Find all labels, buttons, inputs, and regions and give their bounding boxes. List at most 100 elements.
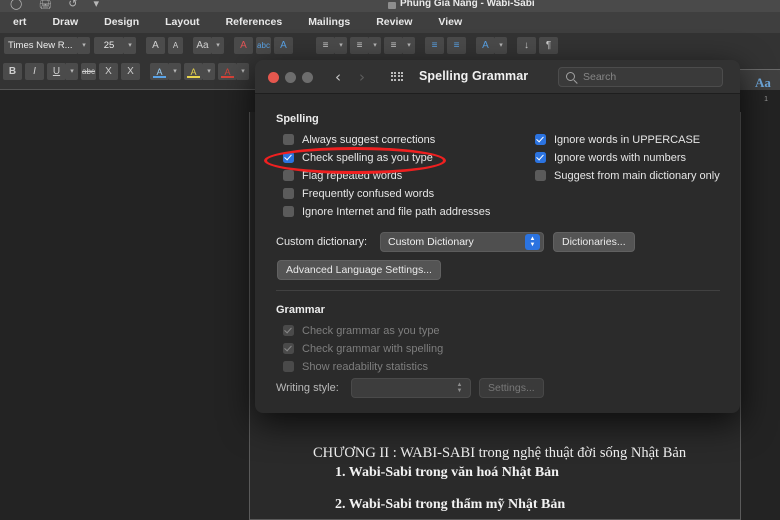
ribbon-tab-layout[interactable]: Layout: [152, 12, 212, 33]
checkbox-label: Check spelling as you type: [302, 151, 433, 164]
decrease-indent-icon[interactable]: ≡: [425, 37, 444, 54]
document-icon: [388, 2, 396, 9]
screen: ◯ 🖨 ↺ ▾ Phùng Gia Nẵng - Wabi-Sabi ert D…: [0, 0, 780, 520]
sort-chevron-down-icon[interactable]: ▾: [495, 37, 507, 54]
quick-access-toolbar[interactable]: ◯ 🖨 ↺ ▾: [10, 0, 99, 10]
custom-dictionary-select[interactable]: Custom Dictionary ▲ ▼: [380, 232, 544, 252]
forward-chevron-icon[interactable]: ›: [359, 69, 365, 85]
close-window-button[interactable]: [268, 72, 279, 83]
underline-chevron-down-icon[interactable]: ▾: [66, 63, 78, 80]
document-title: Phùng Gia Nẵng - Wabi-Sabi: [400, 0, 535, 9]
checkbox-label: Flag repeated words: [302, 169, 403, 182]
increase-indent-icon[interactable]: ≡: [447, 37, 466, 54]
dialog-toolbar: ‹ › Spelling Grammar Search: [255, 60, 740, 94]
ribbon-tab-review[interactable]: Review: [363, 12, 425, 33]
numbering-chevron-down-icon[interactable]: ▾: [369, 37, 381, 54]
checkbox-check-spelling-as-you-type[interactable]: Check spelling as you type: [283, 149, 433, 166]
font-size-input[interactable]: 25: [94, 37, 124, 54]
search-placeholder: Search: [583, 71, 617, 83]
search-input[interactable]: Search: [558, 67, 723, 87]
superscript-button[interactable]: X: [121, 63, 140, 80]
checkbox-label: Suggest from main dictionary only: [554, 169, 720, 182]
multilevel-chevron-down-icon[interactable]: ▾: [403, 37, 415, 54]
style-preview: Aa: [755, 75, 771, 90]
dialog-title: Spelling Grammar: [419, 69, 529, 83]
bullets-icon[interactable]: ≡: [316, 37, 335, 54]
select-stepper-icon[interactable]: ▲ ▼: [452, 380, 467, 396]
dictionaries-button[interactable]: Dictionaries...: [553, 232, 635, 252]
minimize-window-button[interactable]: [285, 72, 296, 83]
checkbox-box: [535, 170, 546, 181]
font-color-button[interactable]: A: [150, 63, 169, 80]
bullets-chevron-down-icon[interactable]: ▾: [335, 37, 347, 54]
checkbox-label: Show readability statistics: [302, 360, 428, 373]
text-effect-swatch: [221, 75, 234, 78]
ribbon-tab-mailings[interactable]: Mailings: [295, 12, 363, 33]
spelling-grammar-dialog[interactable]: ‹ › Spelling Grammar Search Spelling Alw…: [255, 60, 740, 413]
ribbon-tab-references[interactable]: References: [213, 12, 296, 33]
checkbox-box: [283, 206, 294, 217]
highlight-color-button[interactable]: A: [184, 63, 203, 80]
ribbon-tab-draw[interactable]: Draw: [39, 12, 91, 33]
grow-font-icon[interactable]: A: [146, 37, 165, 54]
ribbon-tab-design[interactable]: Design: [91, 12, 152, 33]
ribbon-tab-bar[interactable]: ert Draw Design Layout References Mailin…: [0, 12, 780, 33]
checkbox-box: [283, 152, 294, 163]
strikethrough-button[interactable]: abc: [81, 63, 96, 80]
ribbon-tab-insert[interactable]: ert: [0, 12, 39, 33]
writing-style-select[interactable]: ▲ ▼: [351, 378, 471, 398]
checkbox-label: Check grammar with spelling: [302, 342, 444, 355]
text-box-icon[interactable]: A: [274, 37, 293, 54]
checkbox-ignore-words-with-numbers[interactable]: Ignore words with numbers: [535, 149, 686, 166]
checkbox-show-readability-statistics[interactable]: Show readability statistics: [283, 358, 428, 375]
checkbox-always-suggest-corrections[interactable]: Always suggest corrections: [283, 131, 435, 148]
checkbox-box: [283, 134, 294, 145]
checkbox-check-grammar-with-spelling[interactable]: Check grammar with spelling: [283, 340, 443, 357]
clear-formatting-icon[interactable]: A: [234, 37, 253, 54]
numbering-icon[interactable]: ≡: [350, 37, 369, 54]
text-effects-button[interactable]: A: [218, 63, 237, 80]
font-family-chevron-down-icon[interactable]: ▾: [78, 37, 90, 54]
checkbox-ignore-words-in-uppercase[interactable]: Ignore words in UPPERCASE: [535, 131, 700, 148]
document-line-2: 2. Wabi-Sabi trong thẩm mỹ Nhật Bản: [335, 497, 566, 512]
checkbox-frequently-confused-words[interactable]: Frequently confused words: [283, 185, 434, 202]
undo-icon[interactable]: ↺: [68, 0, 77, 10]
highlight-chevron-down-icon[interactable]: ▾: [203, 63, 215, 80]
font-family-input[interactable]: Times New R...: [4, 37, 78, 54]
checkbox-box: [283, 325, 294, 336]
multilevel-list-icon[interactable]: ≡: [384, 37, 403, 54]
change-case-icon[interactable]: Aa: [193, 37, 212, 54]
sort-icon[interactable]: A: [476, 37, 495, 54]
checkbox-label: Always suggest corrections: [302, 133, 436, 146]
underline-button[interactable]: U: [47, 63, 66, 80]
font-size-chevron-down-icon[interactable]: ▾: [124, 37, 136, 54]
font-group-row-2: B I U ▾ abc X X A ▾ A ▾ A ▾: [0, 63, 249, 80]
font-color-chevron-down-icon[interactable]: ▾: [169, 63, 181, 80]
checkbox-flag-repeated-words[interactable]: Flag repeated words: [283, 167, 402, 184]
checkbox-label: Ignore words with numbers: [554, 151, 687, 164]
checkbox-label: Frequently confused words: [302, 187, 435, 200]
print-icon[interactable]: 🖨: [38, 0, 52, 10]
checkbox-suggest-from-main-dictionary-only[interactable]: Suggest from main dictionary only: [535, 167, 720, 184]
save-icon[interactable]: ◯: [10, 0, 22, 10]
text-effects-chevron-down-icon[interactable]: ▾: [237, 63, 249, 80]
show-all-preferences-grid-icon[interactable]: [391, 72, 403, 83]
bold-button[interactable]: B: [3, 63, 22, 80]
advanced-language-settings-button[interactable]: Advanced Language Settings...: [277, 260, 441, 280]
select-stepper-icon[interactable]: ▲ ▼: [525, 234, 540, 250]
checkbox-ignore-internet-and-file-path-addresses[interactable]: Ignore Internet and file path addresses: [283, 203, 490, 220]
grammar-settings-button[interactable]: Settings...: [479, 378, 544, 398]
window-titlebar: ◯ 🖨 ↺ ▾ Phùng Gia Nẵng - Wabi-Sabi: [0, 0, 780, 12]
spelling-abc-icon[interactable]: abc: [256, 37, 271, 54]
subscript-button[interactable]: X: [99, 63, 118, 80]
italic-button[interactable]: I: [25, 63, 44, 80]
back-chevron-icon[interactable]: ‹: [335, 69, 341, 85]
shrink-font-icon[interactable]: A: [168, 37, 183, 54]
caret-icon[interactable]: ▾: [94, 0, 100, 10]
ribbon-tab-view[interactable]: View: [425, 12, 475, 33]
checkbox-check-grammar-as-you-type[interactable]: Check grammar as you type: [283, 322, 440, 339]
formatting-marks-icon[interactable]: ¶: [539, 37, 558, 54]
sort-arrow-icon[interactable]: ↓: [517, 37, 536, 54]
change-case-chevron-down-icon[interactable]: ▾: [212, 37, 224, 54]
zoom-window-button[interactable]: [302, 72, 313, 83]
